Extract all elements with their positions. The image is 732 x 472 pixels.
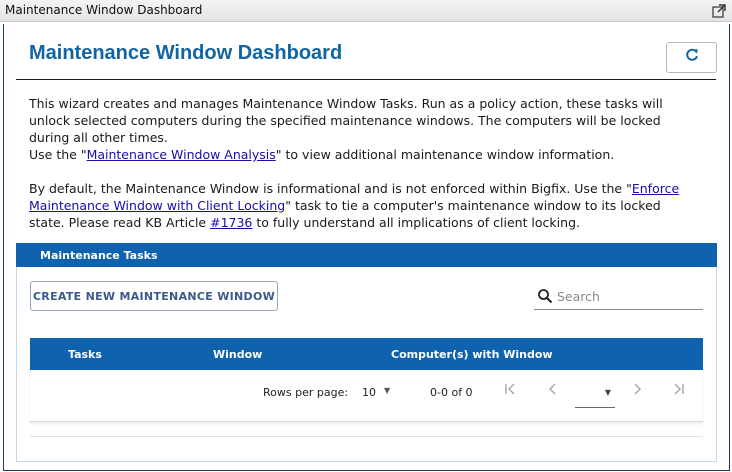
intro-text: to fully understand all implications of … [252, 215, 580, 230]
window-title: Maintenance Window Dashboard [5, 3, 203, 17]
column-header-window[interactable]: Window [213, 348, 262, 361]
maintenance-window-analysis-link[interactable]: Maintenance Window Analysis [87, 147, 276, 162]
intro-text: By default, the Maintenance Window is in… [29, 181, 632, 196]
first-page-icon[interactable] [501, 382, 519, 402]
prev-page-icon[interactable] [544, 382, 562, 402]
kb-article-link[interactable]: #1736 [210, 215, 252, 230]
intro-text: Use the " [29, 147, 87, 162]
table-pagination: Rows per page: 10 ▼ 0-0 of 0 ▼ [30, 370, 703, 422]
panel-bottom-divider [30, 436, 703, 437]
intro-text: " to view additional maintenance window … [275, 147, 615, 162]
maintenance-tasks-header: Maintenance Tasks [16, 243, 717, 267]
last-page-icon[interactable] [670, 382, 688, 402]
dropdown-arrow-icon: ▼ [604, 388, 611, 397]
create-maintenance-window-button[interactable]: CREATE NEW MAINTENANCE WINDOW [30, 281, 278, 311]
search-input[interactable] [557, 286, 697, 306]
window-titlebar: Maintenance Window Dashboard [0, 0, 732, 22]
intro-paragraph-3: By default, the Maintenance Window is in… [29, 180, 699, 231]
next-page-icon[interactable] [628, 382, 646, 402]
pagination-range: 0-0 of 0 [430, 386, 473, 399]
dropdown-arrow-icon: ▼ [384, 386, 391, 395]
column-header-tasks[interactable]: Tasks [68, 348, 102, 361]
tasks-table-header: Tasks Window Computer(s) with Window [30, 338, 703, 370]
search-icon [537, 288, 553, 304]
search-field[interactable] [534, 283, 703, 310]
page-select[interactable]: ▼ [575, 382, 615, 408]
page-title: Maintenance Window Dashboard [29, 42, 343, 64]
rows-per-page-label: Rows per page: [263, 386, 349, 399]
refresh-button[interactable] [666, 42, 717, 73]
intro-paragraph-2: Use the "Maintenance Window Analysis" to… [29, 146, 699, 163]
rows-per-page-select[interactable]: 10 ▼ [362, 384, 396, 400]
intro-paragraph-1: This wizard creates and manages Maintena… [29, 96, 663, 145]
title-divider [16, 79, 716, 80]
column-header-computers[interactable]: Computer(s) with Window [391, 348, 553, 361]
popout-icon[interactable] [712, 4, 726, 18]
rows-per-page-value: 10 [362, 386, 376, 399]
refresh-icon [684, 47, 700, 68]
